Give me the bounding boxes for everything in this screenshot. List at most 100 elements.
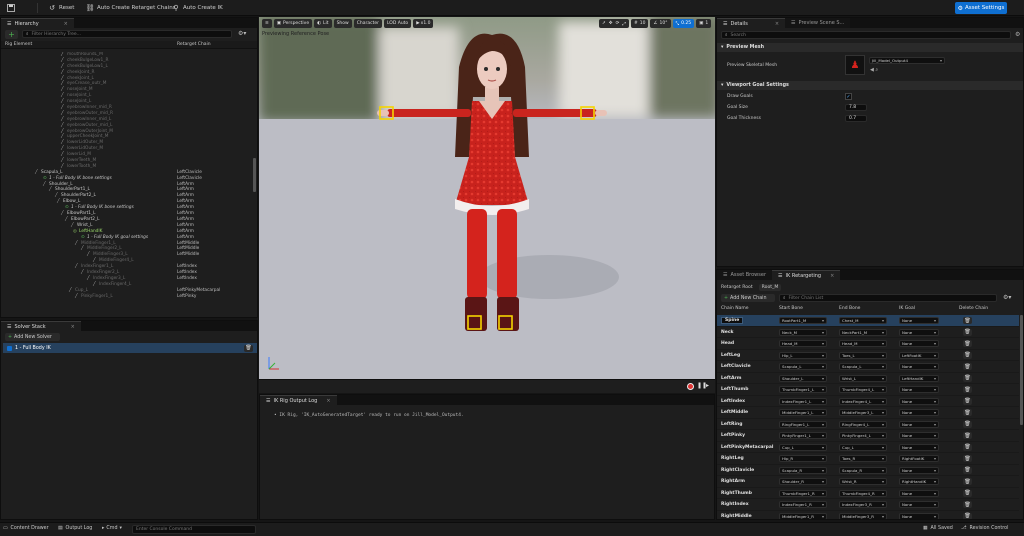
hierarchy-scrollbar[interactable] <box>253 158 256 192</box>
save-button[interactable] <box>3 1 19 15</box>
delete-chain-button[interactable]: 🗑 <box>963 489 972 497</box>
start-bone-dropdown[interactable]: ThumbFinger1_R <box>779 489 827 497</box>
chain-row[interactable]: LeftPinky PinkyFinger1_L PinkyFinger4_L Non… <box>717 430 1019 442</box>
tab-details[interactable]: ☰ Details × <box>717 18 786 28</box>
ik-goal-dropdown[interactable]: None <box>899 443 939 451</box>
delete-chain-button[interactable]: 🗑 <box>963 501 972 508</box>
ik-goal-dropdown[interactable]: None <box>899 317 939 324</box>
preview-mesh-dropdown[interactable]: Jill_Model_Output4 <box>869 57 945 64</box>
chain-options-button[interactable]: ⚙▾ <box>1003 294 1011 301</box>
move-icon[interactable]: ✥ <box>609 21 613 26</box>
angle-snap-button[interactable]: ∠ 10° <box>650 19 671 28</box>
end-bone-dropdown[interactable]: MiddleFinger3_R <box>839 512 887 519</box>
chain-row[interactable]: LeftLeg Hip_L Toes_L LeftFootIK 🗑 <box>717 350 1019 361</box>
start-bone-dropdown[interactable]: RootPart1_M <box>779 317 827 324</box>
delete-chain-button[interactable]: 🗑 <box>963 386 972 393</box>
start-bone-dropdown[interactable]: Shoulder_L <box>779 374 827 382</box>
asset-settings-button[interactable]: ⚙ Asset Settings <box>955 2 1007 14</box>
end-bone-dropdown[interactable]: Scapula_L <box>839 363 887 370</box>
ik-goal-dropdown[interactable]: None <box>899 397 939 405</box>
ik-goal-dropdown[interactable]: None <box>899 501 939 508</box>
delete-chain-button[interactable]: 🗑 <box>963 317 972 324</box>
chain-row[interactable]: Neck Neck_M NeckPart1_M None 🗑 <box>717 327 1019 338</box>
reset-button[interactable]: ↺ Reset <box>44 1 78 15</box>
rotate-icon[interactable]: ⟳ <box>616 21 620 26</box>
ik-goal-dropdown[interactable]: None <box>899 512 939 519</box>
lod-button[interactable]: LOD Auto <box>383 19 412 28</box>
start-bone-dropdown[interactable]: Scapula_L <box>779 363 827 370</box>
add-new-solver-button[interactable]: + Add New Solver <box>5 333 60 341</box>
delete-chain-button[interactable]: 🗑 <box>963 363 972 370</box>
viewport[interactable]: ≡ ▣ Perspective ◐ Lit Show Character LOD A… <box>259 17 715 393</box>
end-bone-dropdown[interactable]: PinkyFinger4_L <box>839 432 887 439</box>
chain-row[interactable]: LeftClavicle Scapula_L Scapula_L None 🗑 <box>717 361 1019 373</box>
chain-name[interactable]: Spine <box>721 317 744 324</box>
transform-tools[interactable]: ➚ ✥ ⟳ ⤢ <box>599 19 629 28</box>
browse-icon[interactable]: ◀ ⌕ <box>870 67 878 73</box>
ik-goal-dropdown[interactable]: LeftHandIK <box>899 374 939 382</box>
character-button[interactable]: Character <box>353 19 382 28</box>
chain-row[interactable]: Spine RootPart1_M Chest_M None 🗑 <box>717 315 1019 327</box>
perspective-button[interactable]: ▣ Perspective <box>273 19 313 28</box>
delete-chain-button[interactable]: 🗑 <box>963 351 972 359</box>
retarget-root-value[interactable]: Root_M <box>758 283 782 291</box>
close-icon[interactable]: × <box>64 21 68 27</box>
delete-chain-button[interactable]: 🗑 <box>963 512 972 519</box>
ik-goal-dropdown[interactable]: None <box>899 340 939 347</box>
chain-row[interactable]: Head Head_M Head_M None 🗑 <box>717 338 1019 350</box>
details-options-icon[interactable]: ⚙ <box>1015 31 1020 38</box>
forward-button[interactable]: ▸ <box>706 382 709 389</box>
scale-snap-button[interactable]: ⤡ 0.25 <box>672 19 695 28</box>
start-bone-dropdown[interactable]: RingFinger1_L <box>779 420 827 428</box>
tab-ik-rig-output-log[interactable]: ☰ IK Rig Output Log × <box>260 395 337 405</box>
start-bone-dropdown[interactable]: IndexFinger1_R <box>779 501 827 508</box>
start-bone-dropdown[interactable]: ThumbFinger1_L <box>779 386 827 393</box>
chain-row[interactable]: RightLeg Hip_R Toes_R RightFootIK 🗑 <box>717 453 1019 465</box>
delete-chain-button[interactable]: 🗑 <box>963 466 972 474</box>
goal-size-input[interactable]: 7.8 <box>845 104 867 111</box>
ik-goal-dropdown[interactable]: None <box>899 328 939 336</box>
end-bone-dropdown[interactable]: Scapula_R <box>839 466 887 474</box>
draw-goals-checkbox[interactable]: ✓ <box>845 93 852 100</box>
ik-goal-dropdown[interactable]: RightFootIK <box>899 455 939 462</box>
goal-thickness-input[interactable]: 0.7 <box>845 115 867 122</box>
delete-chain-button[interactable]: 🗑 <box>963 478 972 485</box>
end-bone-dropdown[interactable]: ThumbFinger4_L <box>839 386 887 393</box>
show-button[interactable]: Show <box>333 19 352 28</box>
chain-row[interactable]: LeftRing RingFinger1_L RingFinger4_L None 🗑 <box>717 419 1019 430</box>
select-icon[interactable]: ➚ <box>602 21 606 26</box>
hierarchy-search-input[interactable]: ⌕ Filter Hierarchy Tree... <box>22 30 232 38</box>
ik-goal-dropdown[interactable]: None <box>899 489 939 497</box>
start-bone-dropdown[interactable]: Hip_R <box>779 455 827 462</box>
end-bone-dropdown[interactable]: IndexFinger4_L <box>839 397 887 405</box>
delete-chain-button[interactable]: 🗑 <box>963 409 972 416</box>
chain-filter-input[interactable]: ⌕ Filter Chain List <box>779 294 997 302</box>
hierarchy-settings-button[interactable]: ⚙▾ <box>238 30 246 37</box>
ik-goal-dropdown[interactable]: None <box>899 409 939 416</box>
ik-goal-dropdown[interactable]: None <box>899 420 939 428</box>
all-saved-indicator[interactable]: ▦ All Saved <box>923 526 953 531</box>
start-bone-dropdown[interactable]: MiddleFinger1_R <box>779 512 827 519</box>
start-bone-dropdown[interactable]: Cup_L <box>779 443 827 451</box>
auto-create-retarget-chains-button[interactable]: ⛓ Auto Create Retarget Chains <box>82 1 180 15</box>
delete-chain-button[interactable]: 🗑 <box>963 432 972 439</box>
mesh-thumbnail[interactable]: ♟ <box>845 55 865 75</box>
start-bone-dropdown[interactable]: MiddleFinger1_L <box>779 409 827 416</box>
chain-scrollbar[interactable] <box>1020 315 1023 425</box>
scale-icon[interactable]: ⤢ <box>622 21 626 27</box>
add-new-chain-button[interactable]: + Add New Chain <box>721 294 775 302</box>
playback-speed-button[interactable]: ▶ x1.0 <box>413 19 434 28</box>
grid-snap-button[interactable]: #10 <box>630 19 649 28</box>
start-bone-dropdown[interactable]: Shoulder_R <box>779 478 827 485</box>
tab-asset-browser[interactable]: ☰ Asset Browser <box>717 270 773 280</box>
chain-row[interactable]: RightArm Shoulder_R Wrist_R RightHandIK 🗑 <box>717 476 1019 488</box>
close-icon[interactable]: × <box>71 324 75 330</box>
end-bone-dropdown[interactable]: MiddleFinger3_L <box>839 409 887 416</box>
chain-row[interactable]: RightIndex IndexFinger1_R IndexFinger3_R No… <box>717 499 1019 511</box>
chain-row[interactable]: LeftArm Shoulder_L Wrist_L LeftHandIK 🗑 <box>717 373 1019 384</box>
delete-chain-button[interactable]: 🗑 <box>963 443 972 451</box>
start-bone-dropdown[interactable]: PinkyFinger1_L <box>779 432 827 439</box>
close-icon[interactable]: × <box>830 273 834 279</box>
delete-chain-button[interactable]: 🗑 <box>963 455 972 462</box>
section-viewport-goal[interactable]: ▾ Viewport Goal Settings <box>717 81 1023 90</box>
